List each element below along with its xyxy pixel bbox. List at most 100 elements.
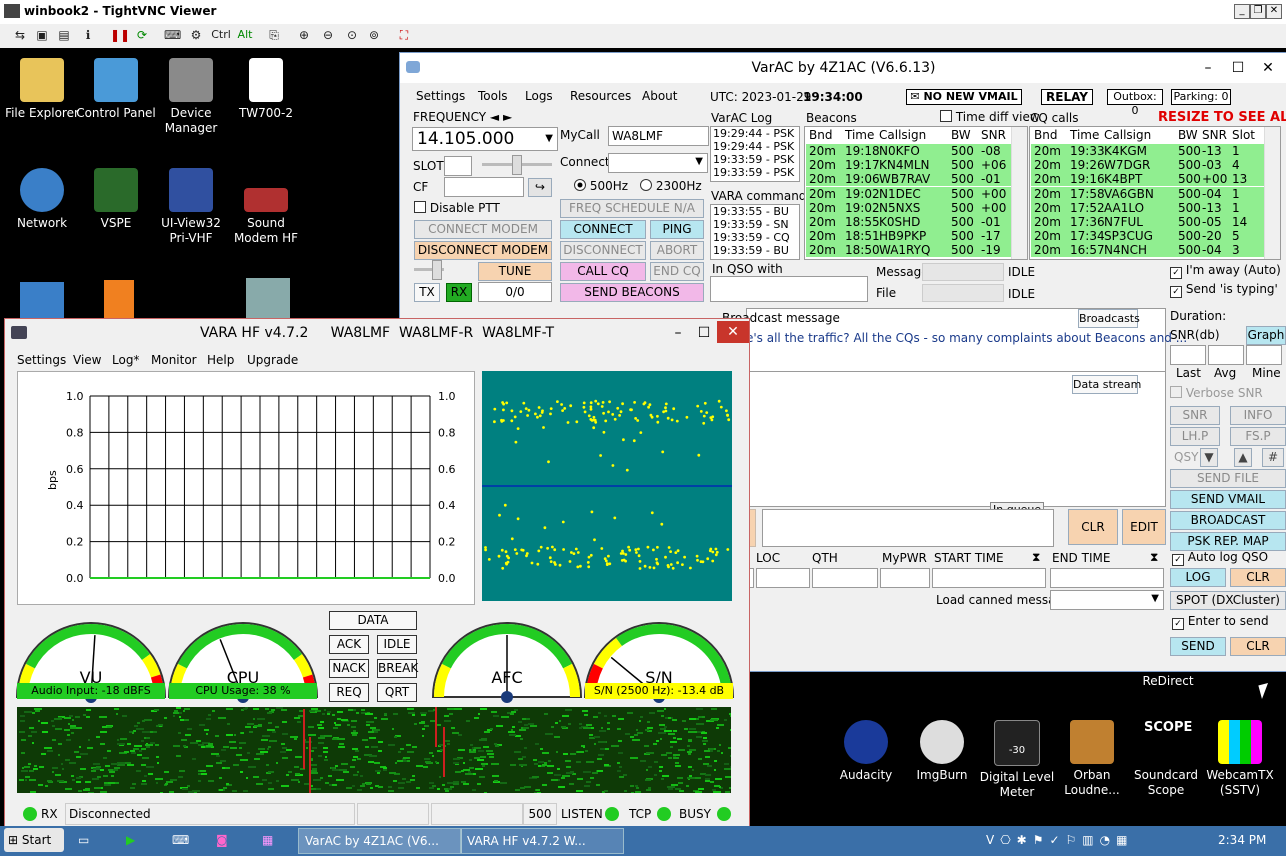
slot-slider-thumb[interactable] (512, 155, 522, 175)
typing-checkbox[interactable]: ✓ Send 'is typing' (1170, 282, 1278, 298)
scrollbar[interactable] (1264, 127, 1280, 259)
menu-settings[interactable]: Settings (416, 89, 465, 103)
beacon-row[interactable]: 20m 18:50 WA1RYQ 500 -19 (806, 243, 1022, 258)
send-vmail-button[interactable]: SEND VMAIL (1170, 490, 1286, 509)
qth-field[interactable] (812, 568, 878, 588)
call-cq-button[interactable]: CALL CQ (560, 262, 646, 281)
app-icon[interactable] (246, 278, 290, 318)
desktop-icon-file-explorer[interactable]: File Explorer (2, 58, 82, 121)
zoom-out-icon[interactable]: ⊖ (320, 27, 336, 43)
qsy-down-icon[interactable]: ▼ (1200, 448, 1218, 467)
beacon-row[interactable]: 20m 19:18 N0KFO 500 -08 (806, 144, 1022, 158)
cq-header[interactable]: Bnd (1034, 128, 1057, 142)
maximize-icon[interactable]: ☐ (691, 319, 717, 347)
app-pin-icon[interactable]: ▦ (262, 828, 282, 852)
info-icon[interactable]: ℹ (80, 27, 96, 43)
time-diff-checkbox[interactable]: Time diff view (940, 110, 1040, 124)
log-clear-button[interactable]: CLR (1230, 568, 1286, 587)
vlc-icon[interactable] (104, 280, 134, 318)
disconnect-button[interactable]: DISCONNECT (560, 241, 646, 260)
vara-menu-settings[interactable]: Settings (17, 353, 66, 367)
tune-button[interactable]: TUNE (478, 262, 552, 281)
enter-to-send-checkbox[interactable]: ✓ Enter to send (1172, 614, 1269, 630)
minimize-icon[interactable]: – (1196, 53, 1220, 83)
beacon-row[interactable]: 20m 19:02 N5NXS 500 +00 (806, 200, 1022, 215)
graph-button[interactable]: Graph (1246, 326, 1286, 345)
vmail-status[interactable]: ✉ NO NEW VMAIL (906, 89, 1022, 105)
qsy-up-icon[interactable]: ▲ (1234, 448, 1252, 467)
cq-row[interactable]: 20m 17:52 AA1LO 500 -13 1 (1031, 200, 1273, 215)
broadcasts-button[interactable]: Broadcasts (1078, 309, 1140, 328)
frequency-select[interactable]: 14.105.000 ▼ (412, 127, 558, 151)
media-player-pin-icon[interactable]: ▶ (126, 828, 146, 852)
loc-field[interactable] (756, 568, 810, 588)
message-input[interactable] (762, 509, 1054, 547)
keys-icon[interactable]: ⌨ (164, 27, 181, 43)
end-cq-button[interactable]: END CQ (650, 262, 704, 281)
desktop-icon-uiview[interactable]: UI-View32 Pri-VHF (151, 168, 231, 246)
desktop-icon-audacity[interactable]: Audacity (826, 720, 906, 783)
send-file-button[interactable]: SEND FILE (1170, 469, 1286, 488)
desktop-icon-webcamtx[interactable]: WebcamTX (SSTV) (1200, 720, 1280, 798)
menu-about[interactable]: About (642, 89, 677, 103)
desktop-icon-scope[interactable]: SCOPE Soundcard Scope (1126, 720, 1206, 798)
relay-button[interactable]: RELAY (1041, 89, 1093, 105)
cq-header[interactable]: Slot (1232, 128, 1255, 142)
send-beacons-button[interactable]: SEND BEACONS (560, 283, 704, 302)
maximize-icon[interactable]: ☐ (1226, 53, 1250, 83)
close-icon[interactable]: ✕ (1266, 4, 1282, 19)
keyboard-pin-icon[interactable]: ⌨ (172, 828, 192, 852)
beacon-header[interactable]: Bnd (809, 128, 832, 142)
cq-header[interactable]: SNR (1202, 128, 1227, 142)
beacon-row[interactable]: 20m 19:06 WB7RAV 500 -01 (806, 172, 1022, 187)
cq-row[interactable]: 20m 17:34 SP3CUG 500 -20 5 (1031, 229, 1273, 244)
camera-pin-icon[interactable]: ◙ (216, 828, 236, 852)
zoom-fit-icon[interactable]: ⊚ (366, 27, 382, 43)
zoom-in-icon[interactable]: ⊕ (296, 27, 312, 43)
cq-header[interactable]: BW (1178, 128, 1198, 142)
connect-select[interactable]: ▼ (608, 153, 708, 173)
cq-row[interactable]: 20m 19:33 K4KGM 500 -13 1 (1031, 144, 1273, 158)
fullscreen-icon[interactable]: ⛶ (396, 27, 412, 43)
ctrl-alt-del-icon[interactable]: ⚙ (186, 27, 206, 43)
beacon-row[interactable]: 20m 19:17 KN4MLN 500 +06 (806, 158, 1022, 173)
cq-row[interactable]: 20m 16:57 N4NCH 500 -04 3 (1031, 243, 1273, 258)
vara-menu-monitor[interactable]: Monitor (151, 353, 197, 367)
tune-slider-thumb[interactable] (432, 260, 442, 280)
start-button[interactable]: ⊞ Start (4, 828, 64, 852)
fsp-button[interactable]: FS.P (1230, 427, 1286, 446)
clock[interactable]: 2:34 PM (1218, 828, 1266, 852)
desktop-icon-network[interactable]: Network (2, 168, 82, 231)
bw-2300-radio[interactable]: 2300Hz (640, 179, 702, 193)
cf-field[interactable] (444, 177, 524, 197)
cq-row[interactable]: 20m 17:58 VA6GBN 500 -04 1 (1031, 186, 1273, 201)
beacon-row[interactable]: 20m 18:55 K0SHD 500 -01 (806, 215, 1022, 229)
restore-icon[interactable]: ❐ (1250, 4, 1266, 19)
close-icon[interactable]: ✕ (717, 321, 749, 343)
beacon-header[interactable]: BW (951, 128, 971, 142)
slot-field[interactable] (444, 156, 472, 176)
ping-button[interactable]: PING (650, 220, 704, 239)
info-button[interactable]: INFO (1230, 406, 1286, 425)
menu-resources[interactable]: Resources (570, 89, 631, 103)
clear-message-button[interactable]: CLR (1068, 509, 1118, 545)
broadcast-button[interactable]: BROADCAST (1170, 511, 1286, 530)
parking-counter[interactable]: Parking: 0 (1171, 89, 1231, 105)
beacon-row[interactable]: 20m 19:02 N1DEC 500 +00 (806, 186, 1022, 201)
cq-row[interactable]: 20m 19:26 W7DGR 500 -03 4 (1031, 158, 1273, 173)
send-button[interactable]: SEND (1170, 637, 1226, 656)
snr-button[interactable]: SNR (1170, 406, 1220, 425)
qsy-hash-button[interactable]: # (1262, 448, 1284, 467)
cq-header[interactable]: Time (1070, 128, 1099, 142)
vara-menu-view[interactable]: View (73, 353, 101, 367)
disconnect-modem-button[interactable]: DISCONNECT MODEM (414, 241, 552, 260)
vara-menu-log[interactable]: Log* (112, 353, 139, 367)
abort-button[interactable]: ABORT (650, 241, 704, 260)
end-time-field[interactable] (1050, 568, 1164, 588)
connect-modem-button[interactable]: CONNECT MODEM (414, 220, 552, 239)
desktop-icon-device-manager[interactable]: Device Manager (151, 58, 231, 136)
pause-icon[interactable]: ❚❚ (110, 27, 130, 43)
canned-message-select[interactable]: ▼ (1050, 590, 1164, 610)
desktop-icon-control-panel[interactable]: Control Panel (76, 58, 156, 121)
options-icon[interactable]: ▤ (56, 27, 72, 43)
